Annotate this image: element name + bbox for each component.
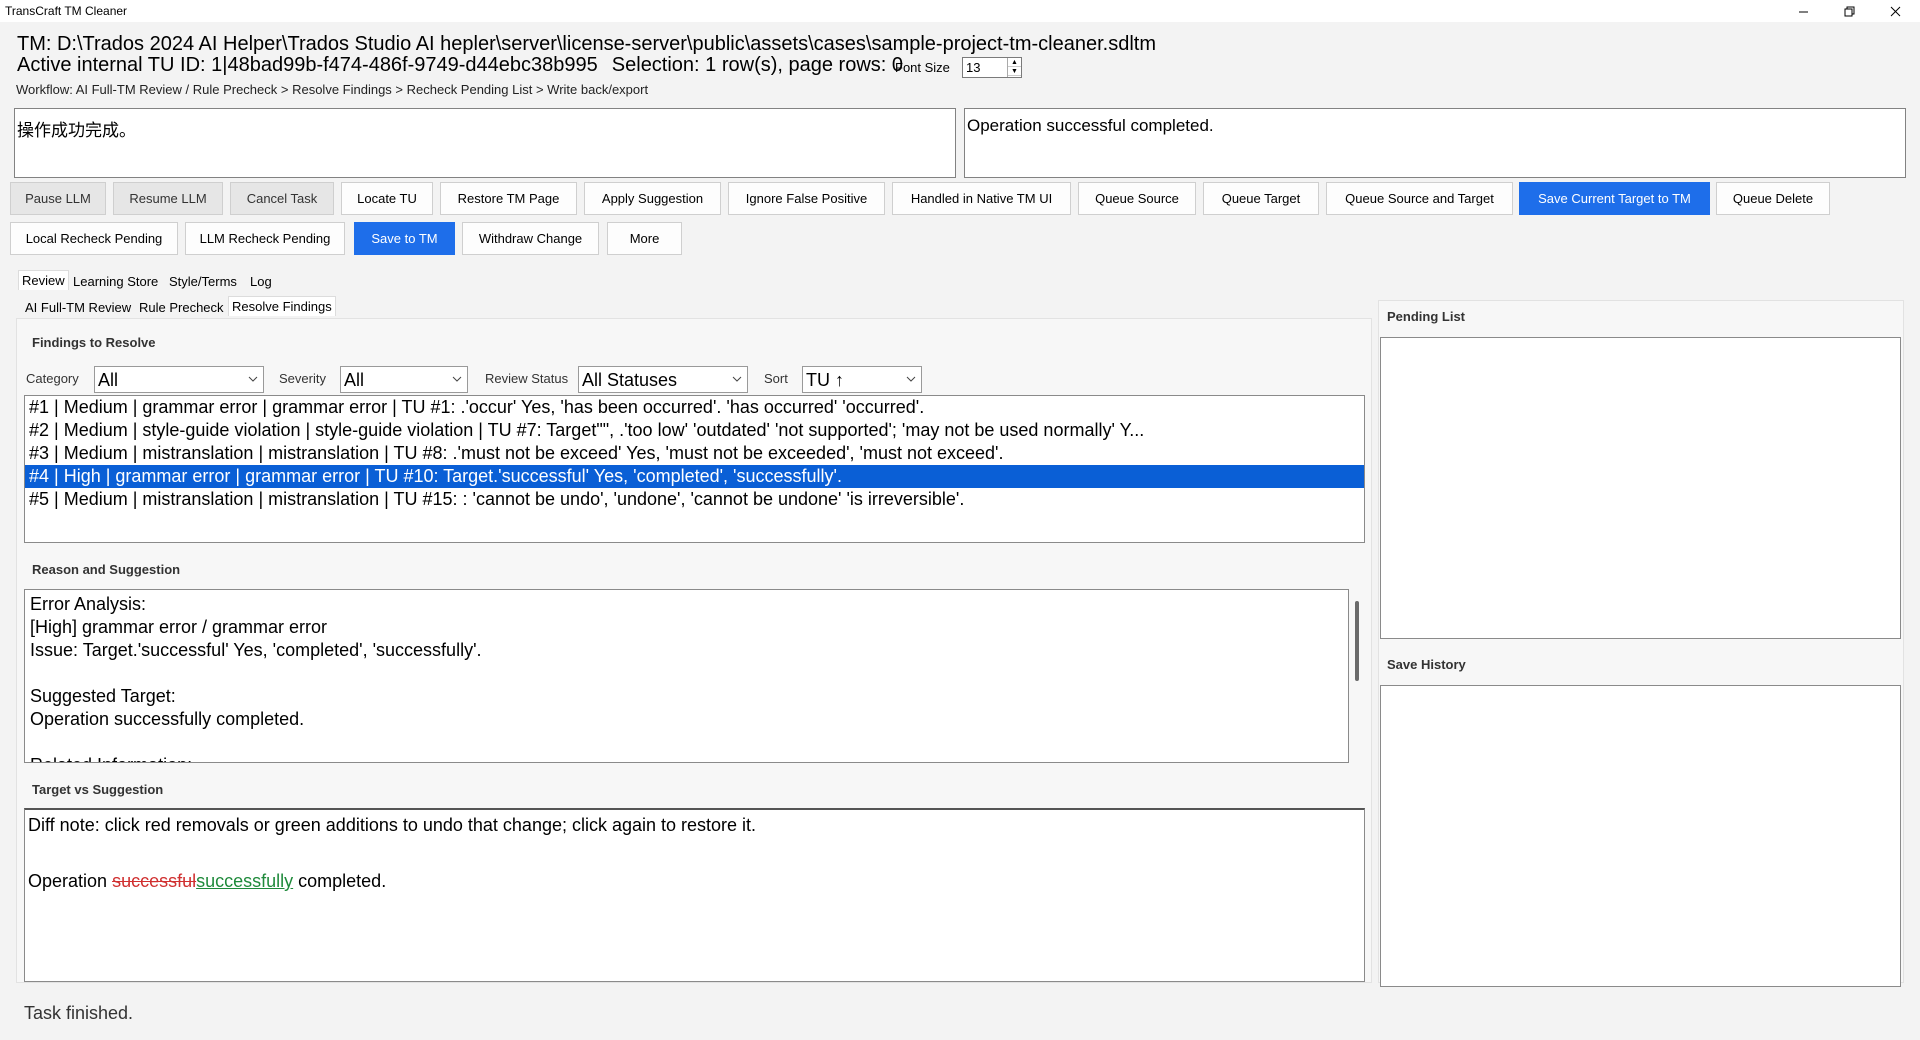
- more-button[interactable]: More: [607, 222, 682, 255]
- target-text-box[interactable]: Operation successful completed.: [964, 108, 1906, 178]
- restore-tm-page-button[interactable]: Restore TM Page: [440, 182, 577, 215]
- diff-note: Diff note: click red removals or green a…: [28, 815, 757, 835]
- reason-scrollbar[interactable]: [1355, 601, 1359, 681]
- chevron-down-icon: [732, 376, 742, 382]
- review-status-select[interactable]: All Statuses: [578, 366, 748, 393]
- pending-list-title: Pending List: [1387, 309, 1465, 324]
- category-select[interactable]: All: [94, 366, 264, 393]
- list-item[interactable]: #1 | Medium | grammar error | grammar er…: [25, 396, 1364, 419]
- tab-learning-store[interactable]: Learning Store: [70, 272, 161, 292]
- ignore-false-positive-button[interactable]: Ignore False Positive: [728, 182, 885, 215]
- save-to-tm-button[interactable]: Save to TM: [354, 222, 455, 255]
- pending-list[interactable]: [1380, 337, 1901, 639]
- queue-delete-button[interactable]: Queue Delete: [1716, 182, 1830, 215]
- reason-text-box[interactable]: Error Analysis: [High] grammar error / g…: [24, 589, 1349, 763]
- selection-info: Selection: 1 row(s), page rows: 0: [611, 54, 904, 76]
- reason-line: Suggested Target:: [30, 686, 176, 706]
- restore-button[interactable]: [1826, 0, 1872, 22]
- tab-style-terms[interactable]: Style/Terms: [166, 272, 240, 292]
- chevron-down-icon: [452, 376, 462, 382]
- queue-target-button[interactable]: Queue Target: [1203, 182, 1319, 215]
- handled-native-ui-button[interactable]: Handled in Native TM UI: [892, 182, 1071, 215]
- review-status-label: Review Status: [485, 371, 569, 386]
- save-history-title: Save History: [1387, 657, 1466, 672]
- subtab-resolve-findings[interactable]: Resolve Findings: [228, 296, 336, 316]
- cancel-task-button[interactable]: Cancel Task: [230, 182, 334, 215]
- spin-up-icon[interactable]: ▲: [1008, 58, 1021, 67]
- subtab-ai-review[interactable]: AI Full-TM Review: [22, 298, 134, 318]
- sort-label: Sort: [764, 371, 788, 386]
- save-history-list[interactable]: [1380, 685, 1901, 987]
- reason-title: Reason and Suggestion: [32, 562, 181, 577]
- close-icon: [1890, 6, 1900, 16]
- diff-prefix: Operation: [28, 871, 113, 891]
- font-size-value: 13: [966, 60, 981, 75]
- diff-box[interactable]: Diff note: click red removals or green a…: [24, 808, 1365, 982]
- category-label: Category: [26, 371, 79, 386]
- queue-source-target-button[interactable]: Queue Source and Target: [1326, 182, 1513, 215]
- title-bar: TransCraft TM Cleaner: [0, 0, 1920, 22]
- reason-line: [30, 731, 1343, 754]
- list-item-selected[interactable]: #4 | High | grammar error | grammar erro…: [25, 465, 1364, 488]
- close-button[interactable]: [1872, 0, 1918, 22]
- severity-label: Severity: [279, 371, 326, 386]
- severity-select[interactable]: All: [340, 366, 468, 393]
- sort-select[interactable]: TU ↑: [802, 366, 922, 393]
- sort-value: TU ↑: [806, 370, 844, 390]
- diff-result: Operation successfulsuccessfully complet…: [28, 871, 1361, 892]
- tm-path: TM: D:\Trados 2024 AI Helper\Trados Stud…: [17, 33, 1156, 55]
- minimize-button[interactable]: [1780, 0, 1826, 22]
- tab-review[interactable]: Review: [18, 270, 69, 290]
- queue-source-button[interactable]: Queue Source: [1078, 182, 1196, 215]
- locate-tu-button[interactable]: Locate TU: [341, 182, 433, 215]
- list-item[interactable]: #2 | Medium | style-guide violation | st…: [25, 419, 1364, 442]
- local-recheck-button[interactable]: Local Recheck Pending: [10, 222, 178, 255]
- resume-llm-button[interactable]: Resume LLM: [113, 182, 223, 215]
- active-tu-id: Active internal TU ID: 1|48bad99b-f474-4…: [17, 54, 598, 76]
- reason-line: Issue: Target.'successful' Yes, 'complet…: [30, 640, 482, 660]
- llm-recheck-button[interactable]: LLM Recheck Pending: [185, 222, 345, 255]
- review-status-value: All Statuses: [582, 370, 678, 390]
- findings-list[interactable]: #1 | Medium | grammar error | grammar er…: [24, 395, 1365, 543]
- app-title: TransCraft TM Cleaner: [5, 4, 128, 18]
- severity-value: All: [344, 370, 365, 390]
- withdraw-change-button[interactable]: Withdraw Change: [462, 222, 599, 255]
- chevron-down-icon: [906, 376, 916, 382]
- font-size-spin[interactable]: ▲ ▼: [1007, 58, 1021, 77]
- chevron-down-icon: [248, 376, 258, 382]
- diff-removed[interactable]: successful: [112, 871, 196, 891]
- apply-suggestion-button[interactable]: Apply Suggestion: [584, 182, 721, 215]
- reason-line: Error Analysis:: [30, 594, 147, 614]
- list-item[interactable]: #5 | Medium | mistranslation | mistransl…: [25, 488, 1364, 511]
- diff-title: Target vs Suggestion: [32, 782, 164, 797]
- restore-icon: [1844, 6, 1854, 16]
- subtab-rule-precheck[interactable]: Rule Precheck: [136, 298, 227, 318]
- list-item[interactable]: #3 | Medium | mistranslation | mistransl…: [25, 442, 1364, 465]
- spin-down-icon[interactable]: ▼: [1008, 67, 1021, 76]
- reason-line: Operation successfully completed.: [30, 709, 305, 729]
- tab-log[interactable]: Log: [247, 272, 275, 292]
- reason-line: [High] grammar error / grammar error: [30, 617, 328, 637]
- reason-line: Related Information:: [30, 754, 1343, 762]
- diff-added[interactable]: successfully: [196, 871, 293, 891]
- active-tu-line: Active internal TU ID: 1|48bad99b-f474-4…: [17, 54, 903, 77]
- reason-line: [30, 662, 1343, 685]
- minimize-icon: [1798, 11, 1808, 12]
- pause-llm-button[interactable]: Pause LLM: [10, 182, 106, 215]
- source-text-box[interactable]: 操作成功完成。: [14, 108, 956, 178]
- workflow-breadcrumb: Workflow: AI Full-TM Review / Rule Prech…: [16, 82, 649, 97]
- findings-title: Findings to Resolve: [32, 335, 156, 350]
- status-text: Task finished.: [24, 1003, 134, 1023]
- save-current-target-button[interactable]: Save Current Target to TM: [1519, 182, 1710, 215]
- category-value: All: [98, 370, 119, 390]
- font-size-stepper[interactable]: 13 ▲ ▼: [962, 57, 1022, 78]
- diff-suffix: completed.: [293, 871, 387, 891]
- font-size-label: Font Size: [895, 60, 950, 75]
